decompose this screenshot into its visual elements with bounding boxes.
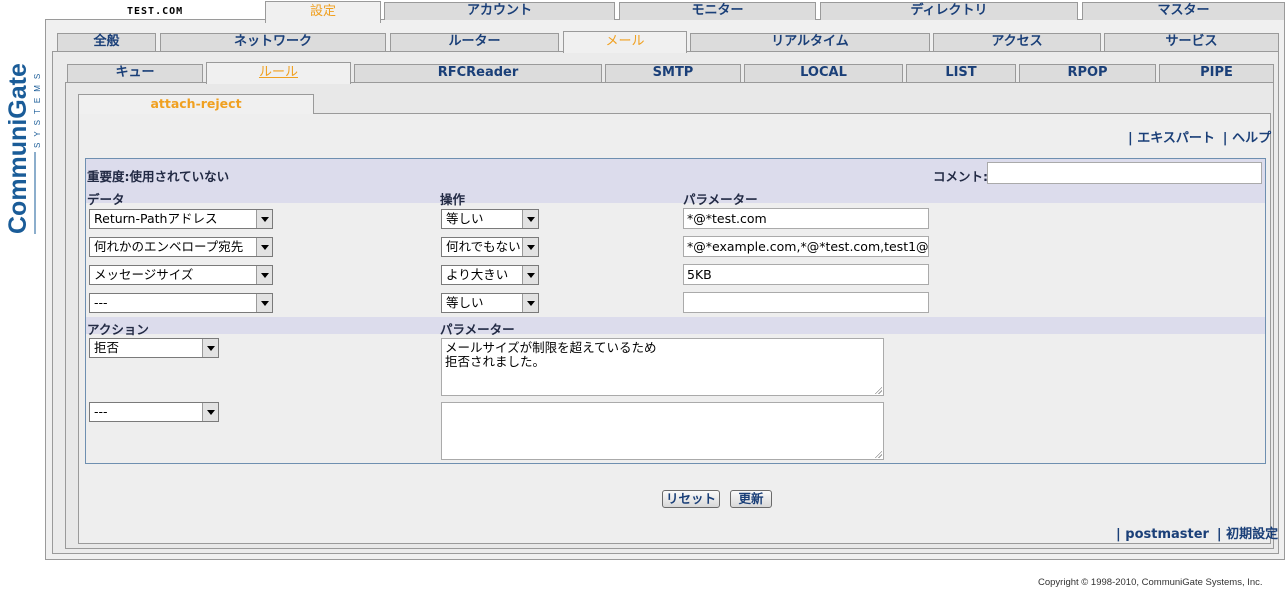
tab-rules[interactable]: ルール [206,62,351,84]
action-select-1[interactable]: 拒否 [89,338,219,358]
comment-input[interactable] [987,162,1262,184]
help-link[interactable]: ヘルプ [1232,131,1271,146]
tab-monitor[interactable]: モニター [619,2,816,20]
tab-mail[interactable]: メール [563,31,687,53]
tab-network[interactable]: ネットワーク [160,33,386,51]
comment-label: コメント: [933,169,988,184]
tab-master[interactable]: マスター [1082,2,1285,20]
chevron-down-icon [522,238,538,256]
tab-directory[interactable]: ディレクトリ [820,2,1078,20]
tab-access[interactable]: アクセス [933,33,1101,51]
tab-router[interactable]: ルーター [390,33,559,51]
chevron-down-icon [522,210,538,228]
condition-data-select-4[interactable]: --- [89,293,273,313]
condition-op-select-2[interactable]: 何れでもない [441,237,539,257]
tab-rfcreader[interactable]: RFCReader [354,64,602,82]
parameter-header: パラメーター [683,192,758,207]
tab-pipe[interactable]: PIPE [1159,64,1274,82]
tab-rpop[interactable]: RPOP [1019,64,1156,82]
condition-param-input-1[interactable]: *@*test.com [683,208,929,229]
preferences-link[interactable]: 初期設定 [1226,527,1278,542]
svg-text:CommuniGate: CommuniGate [4,63,32,234]
chevron-down-icon [256,238,272,256]
copyright-text: Copyright © 1998-2010, CommuniGate Syste… [1038,577,1263,588]
chevron-down-icon [256,210,272,228]
tab-realtime[interactable]: リアルタイム [690,33,930,51]
server-name: TEST.COM [127,6,184,17]
tab-settings[interactable]: 設定 [265,1,381,23]
tab-local[interactable]: LOCAL [744,64,903,82]
condition-param-input-4[interactable] [683,292,929,313]
action-header: アクション [87,322,149,337]
chevron-down-icon [202,339,218,357]
resize-grip-icon[interactable] [874,386,882,394]
chevron-down-icon [256,266,272,284]
tab-list[interactable]: LIST [906,64,1016,82]
tab-account[interactable]: アカウント [384,2,615,20]
condition-op-select-4[interactable]: 等しい [441,293,539,313]
condition-data-select-2[interactable]: 何れかのエンベロープ宛先 [89,237,273,257]
chevron-down-icon [256,294,272,312]
tab-queue[interactable]: キュー [67,64,203,82]
condition-data-select-3[interactable]: メッセージサイズ [89,265,273,285]
operation-header: 操作 [440,192,466,207]
chevron-down-icon [522,294,538,312]
expert-help-links: | エキスパート | ヘルプ [1128,131,1272,146]
condition-param-input-3[interactable]: 5KB [683,264,929,285]
action-parameter-header: パラメーター [440,322,515,337]
bottom-links: | postmaster | 初期設定 [1116,527,1279,542]
action-select-2[interactable]: --- [89,402,219,422]
chevron-down-icon [522,266,538,284]
expert-link[interactable]: エキスパート [1137,131,1215,146]
rule-tab-attach-reject: attach-reject [78,94,314,114]
resize-grip-icon[interactable] [874,450,882,458]
condition-op-select-3[interactable]: より大きい [441,265,539,285]
svg-text:SYSTEMS: SYSTEMS [33,68,42,148]
action-param-textarea-2[interactable] [441,402,884,460]
update-button[interactable]: 更新 [730,490,772,508]
action-header-band [86,317,1265,334]
reset-button[interactable]: リセット [662,490,720,508]
condition-param-input-2[interactable]: *@*example.com,*@*test.com,test1@*al [683,236,929,257]
chevron-down-icon [202,403,218,421]
condition-data-select-1[interactable]: Return-Pathアドレス [89,209,273,229]
communigate-logo: CommuniGate SYSTEMS [2,20,42,240]
tab-general[interactable]: 全般 [57,33,156,51]
tab-smtp[interactable]: SMTP [605,64,741,82]
tab-services[interactable]: サービス [1104,33,1279,51]
condition-op-select-1[interactable]: 等しい [441,209,539,229]
postmaster-link[interactable]: postmaster [1125,527,1209,542]
data-header: データ [87,192,125,207]
priority-label: 重要度:使用されていない [87,169,230,184]
action-param-textarea-1[interactable]: メールサイズが制限を超えているため 拒否されました。 [441,338,884,396]
